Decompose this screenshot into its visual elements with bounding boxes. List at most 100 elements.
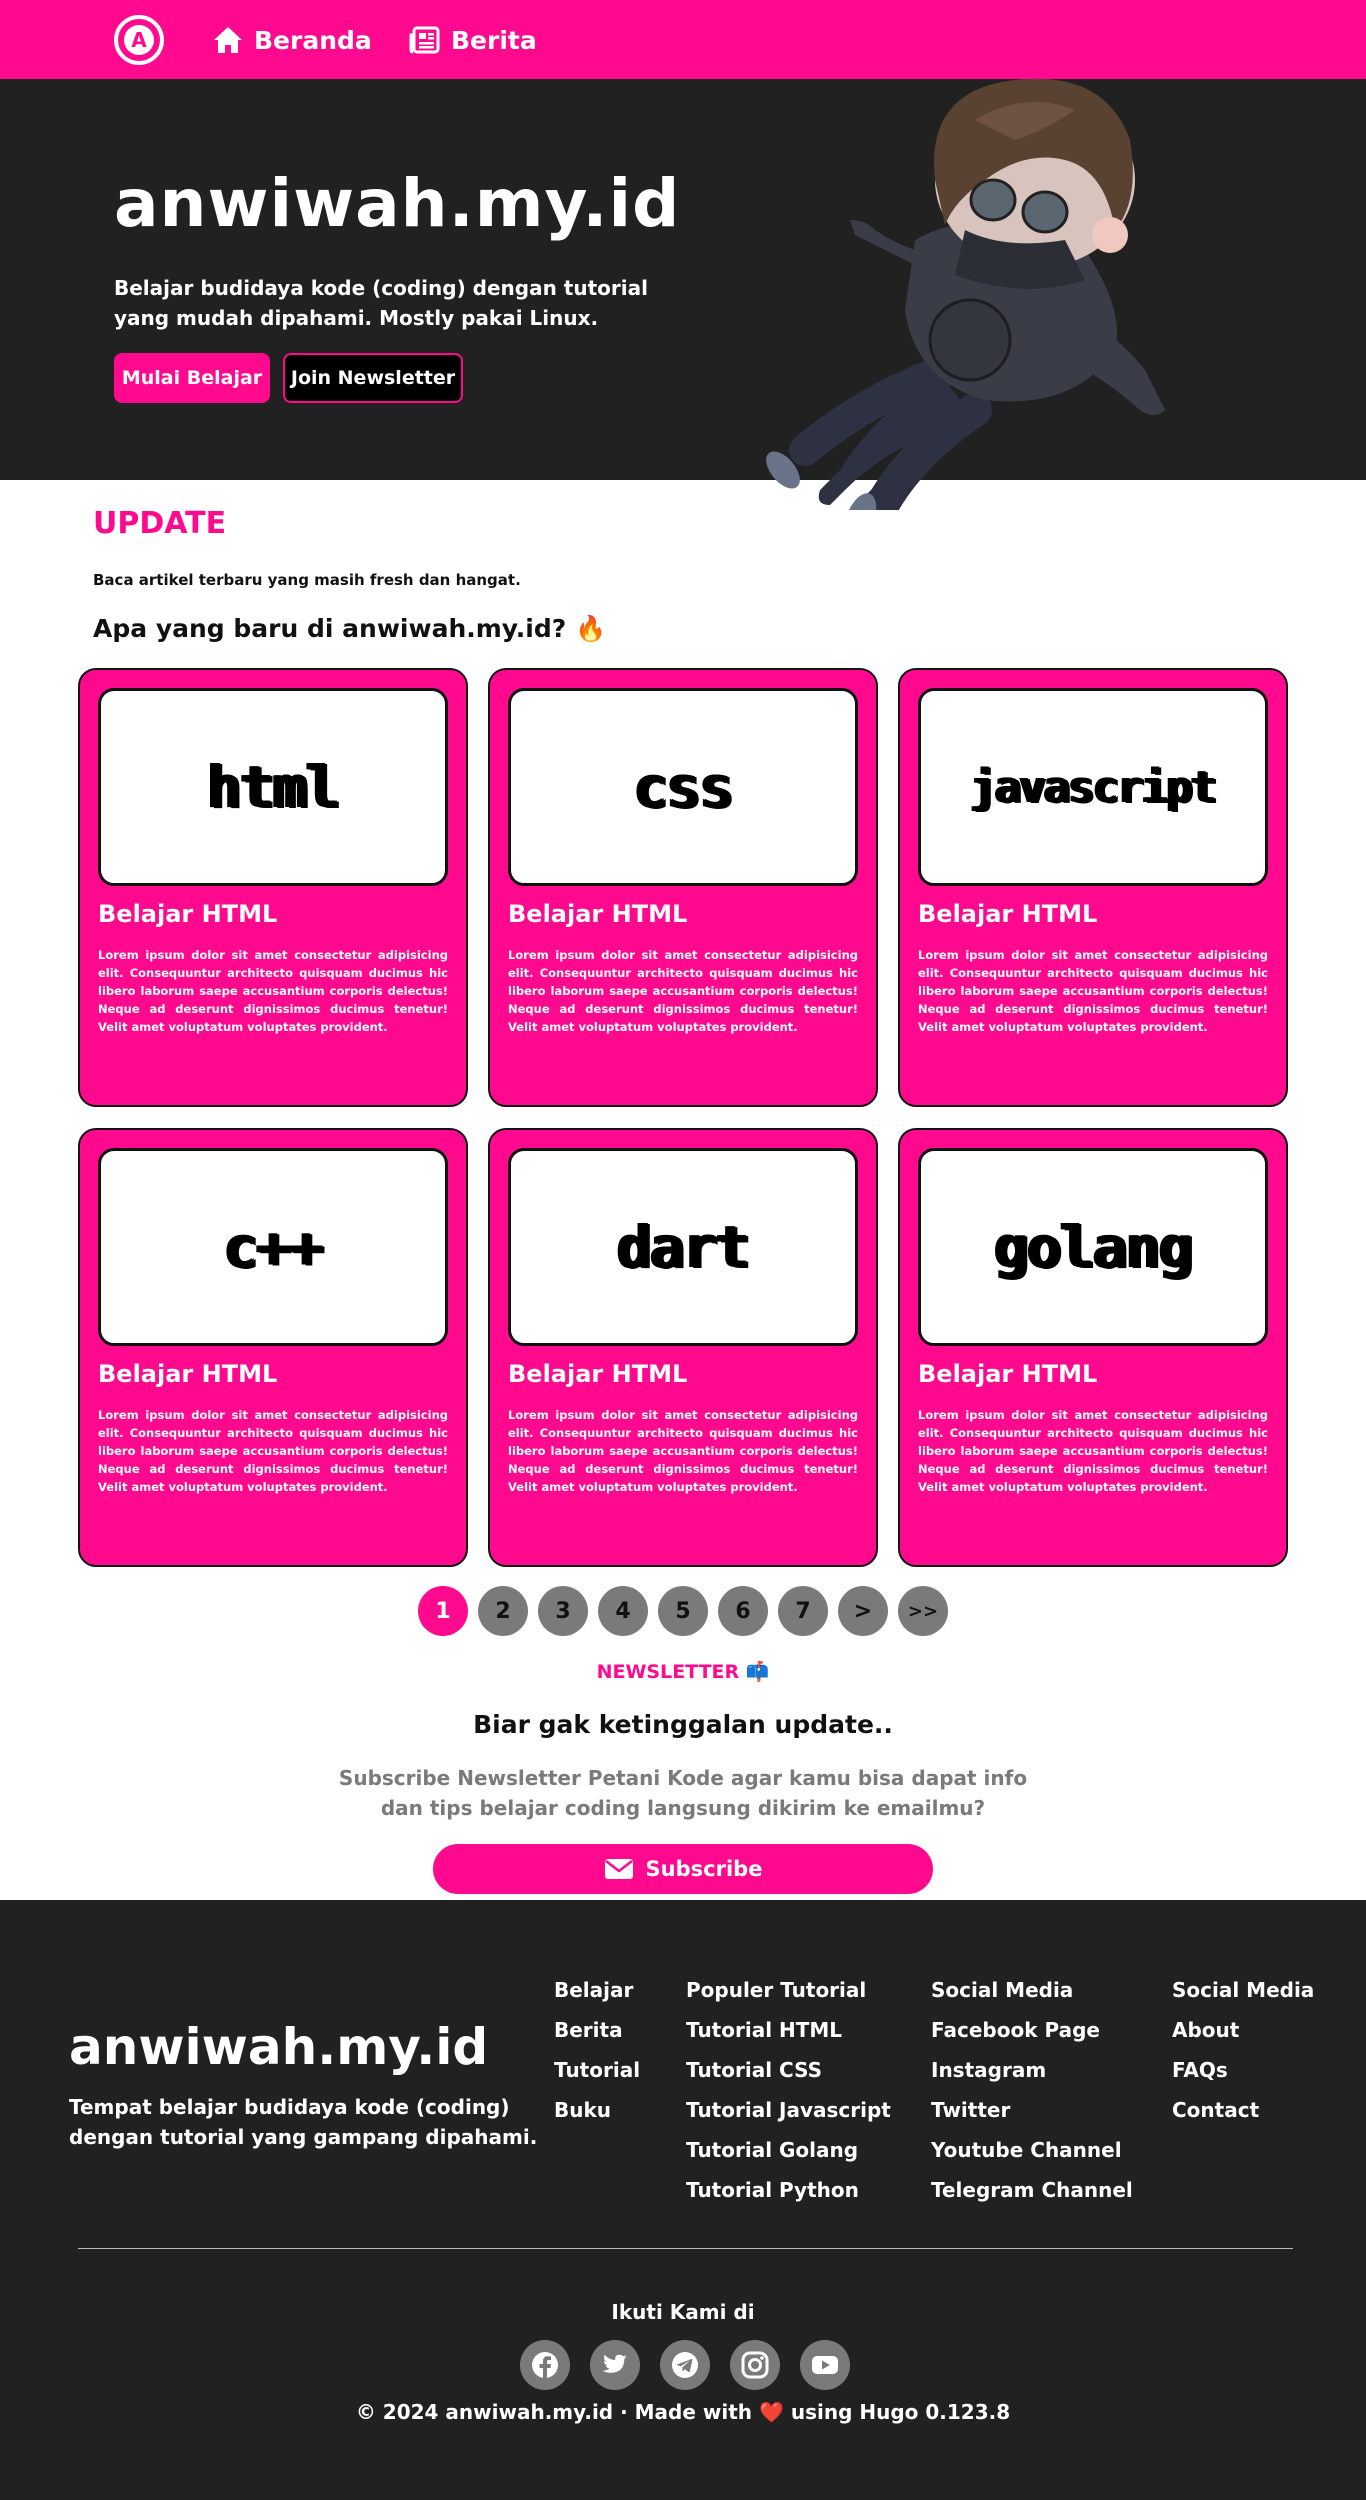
footer-link[interactable]: Berita	[554, 2010, 640, 2050]
subscribe-label: Subscribe	[645, 1857, 763, 1881]
newsletter-tag-text: NEWSLETTER	[596, 1661, 740, 1683]
newsletter-tag: NEWSLETTER 📫	[0, 1660, 1366, 1683]
card-thumbnail[interactable]: html	[98, 688, 448, 886]
card-excerpt: Lorem ipsum dolor sit amet consectetur a…	[918, 948, 1268, 1034]
card-title[interactable]: Belajar HTML	[918, 900, 1097, 928]
facebook-icon	[532, 2352, 558, 2379]
card-title[interactable]: Belajar HTML	[508, 1360, 687, 1388]
footer-column-2: Populer Tutorial Tutorial HTML Tutorial …	[686, 1970, 891, 2210]
page-button-1[interactable]: 1	[418, 1586, 468, 1636]
card-thumbnail-label: dart	[617, 1213, 751, 1281]
card-thumbnail[interactable]: golang	[918, 1148, 1268, 1346]
page-button-2[interactable]: 2	[478, 1586, 528, 1636]
twitter-icon	[602, 2354, 627, 2373]
nav-news-label: Berita	[451, 25, 537, 55]
footer-link[interactable]: Tutorial Golang	[686, 2130, 891, 2170]
card-thumbnail[interactable]: c++	[98, 1148, 448, 1346]
subscribe-button[interactable]: Subscribe	[433, 1844, 933, 1894]
card-thumbnail[interactable]: javascript	[918, 688, 1268, 886]
page-button-3[interactable]: 3	[538, 1586, 588, 1636]
envelope-icon	[604, 1859, 633, 1879]
page-button-5[interactable]: 5	[658, 1586, 708, 1636]
page-button-6[interactable]: 6	[718, 1586, 768, 1636]
footer-link[interactable]: Tutorial HTML	[686, 2010, 891, 2050]
telegram-icon	[672, 2352, 698, 2378]
article-card[interactable]: javascript Belajar HTML Lorem ipsum dolo…	[898, 668, 1288, 1107]
footer-column-1: Belajar Berita Tutorial Buku	[554, 1970, 640, 2130]
article-card[interactable]: html Belajar HTML Lorem ipsum dolor sit …	[78, 668, 468, 1107]
card-title[interactable]: Belajar HTML	[98, 1360, 277, 1388]
footer-link[interactable]: Facebook Page	[931, 2010, 1133, 2050]
footer-link[interactable]: Social Media	[931, 1970, 1133, 2010]
footer: anwiwah.my.id Tempat belajar budidaya ko…	[0, 1900, 1366, 2500]
telegram-link[interactable]	[660, 2340, 710, 2390]
site-logo[interactable]: A	[114, 15, 164, 65]
card-title[interactable]: Belajar HTML	[918, 1360, 1097, 1388]
footer-link[interactable]: Populer Tutorial	[686, 1970, 891, 2010]
instagram-icon	[741, 2351, 769, 2379]
article-card[interactable]: css Belajar HTML Lorem ipsum dolor sit a…	[488, 668, 878, 1107]
footer-link[interactable]: Belajar	[554, 1970, 640, 2010]
card-excerpt: Lorem ipsum dolor sit amet consectetur a…	[508, 948, 858, 1034]
youtube-icon	[812, 2356, 838, 2374]
join-newsletter-button[interactable]: Join Newsletter	[283, 353, 463, 403]
instagram-link[interactable]	[730, 2340, 780, 2390]
footer-link[interactable]: Tutorial Javascript	[686, 2090, 891, 2130]
footer-column-3: Social Media Facebook Page Instagram Twi…	[931, 1970, 1133, 2210]
footer-link[interactable]: Contact	[1172, 2090, 1314, 2130]
logo-letter: A	[124, 25, 154, 55]
footer-link[interactable]: Youtube Channel	[931, 2130, 1133, 2170]
footer-link[interactable]: Social Media	[1172, 1970, 1314, 2010]
footer-link[interactable]: Tutorial	[554, 2050, 640, 2090]
card-excerpt: Lorem ipsum dolor sit amet consectetur a…	[508, 1408, 858, 1494]
newsletter-description: Subscribe Newsletter Petani Kode agar ka…	[338, 1766, 1028, 1820]
card-thumbnail-label: html	[207, 753, 341, 821]
copyright-prefix: © 2024 anwiwah.my.id · Made with	[355, 2400, 753, 2424]
hero-description: Belajar budidaya kode (coding) dengan tu…	[114, 276, 648, 330]
article-card[interactable]: dart Belajar HTML Lorem ipsum dolor sit …	[488, 1128, 878, 1567]
follow-us-label: Ikuti Kami di	[611, 2300, 755, 2324]
page-button-4[interactable]: 4	[598, 1586, 648, 1636]
next-page-button[interactable]: >	[838, 1586, 888, 1636]
start-learning-button[interactable]: Mulai Belajar	[114, 353, 270, 403]
copyright-suffix: using Hugo 0.123.8	[790, 2400, 1011, 2424]
heart-emoji: ❤️	[758, 2400, 784, 2424]
footer-link[interactable]: FAQs	[1172, 2050, 1314, 2090]
card-thumbnail-label: css	[633, 753, 735, 821]
article-card[interactable]: c++ Belajar HTML Lorem ipsum dolor sit a…	[78, 1128, 468, 1567]
card-thumbnail-label: c++	[223, 1213, 325, 1281]
footer-link[interactable]: Instagram	[931, 2050, 1133, 2090]
footer-link[interactable]: Buku	[554, 2090, 640, 2130]
hero-title: anwiwah.my.id	[114, 165, 681, 242]
mascot-illustration	[766, 78, 1165, 510]
update-question-text: Apa yang baru di anwiwah.my.id?	[93, 614, 567, 643]
copyright: © 2024 anwiwah.my.id · Made with ❤️ usin…	[0, 2400, 1366, 2424]
page-button-7[interactable]: 7	[778, 1586, 828, 1636]
footer-title: anwiwah.my.id	[69, 2018, 489, 2076]
footer-divider	[78, 2248, 1293, 2249]
youtube-link[interactable]	[800, 2340, 850, 2390]
nav-link-berita[interactable]: Berita	[409, 22, 537, 58]
twitter-link[interactable]	[590, 2340, 640, 2390]
footer-link[interactable]: Telegram Channel	[931, 2170, 1133, 2210]
card-thumbnail-label: golang	[994, 1213, 1194, 1281]
footer-link[interactable]: About	[1172, 2010, 1314, 2050]
social-links	[520, 2340, 870, 2390]
card-thumbnail[interactable]: dart	[508, 1148, 858, 1346]
card-excerpt: Lorem ipsum dolor sit amet consectetur a…	[98, 948, 448, 1034]
footer-link[interactable]: Tutorial CSS	[686, 2050, 891, 2090]
card-title[interactable]: Belajar HTML	[508, 900, 687, 928]
pagination: 1 2 3 4 5 6 7 > >>	[418, 1586, 958, 1636]
card-title[interactable]: Belajar HTML	[98, 900, 277, 928]
facebook-link[interactable]	[520, 2340, 570, 2390]
card-excerpt: Lorem ipsum dolor sit amet consectetur a…	[98, 1408, 448, 1494]
card-excerpt: Lorem ipsum dolor sit amet consectetur a…	[918, 1408, 1268, 1494]
update-subtitle: Baca artikel terbaru yang masih fresh da…	[93, 571, 521, 589]
article-card[interactable]: golang Belajar HTML Lorem ipsum dolor si…	[898, 1128, 1288, 1567]
footer-link[interactable]: Twitter	[931, 2090, 1133, 2130]
card-thumbnail[interactable]: css	[508, 688, 858, 886]
footer-description: Tempat belajar budidaya kode (coding) de…	[69, 2095, 538, 2149]
last-page-button[interactable]: >>	[898, 1586, 948, 1636]
nav-link-beranda[interactable]: Beranda	[212, 22, 372, 58]
footer-link[interactable]: Tutorial Python	[686, 2170, 891, 2210]
